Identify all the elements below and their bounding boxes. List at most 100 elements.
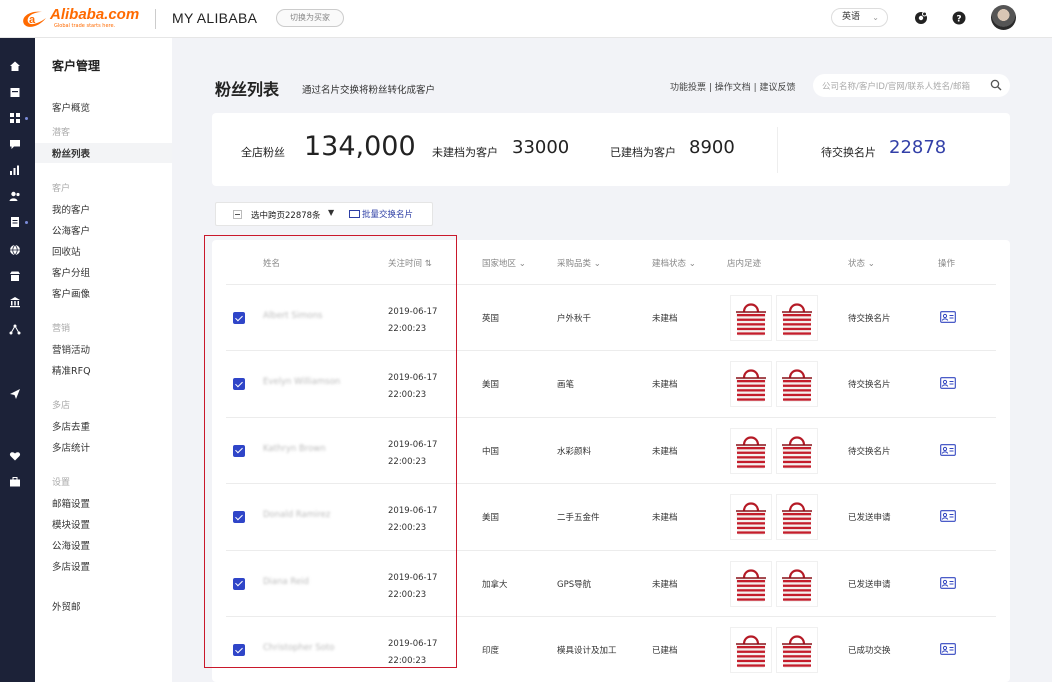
app-title: MY ALIBABA xyxy=(172,10,258,26)
nav-item-marketing-activities[interactable]: 营销活动 xyxy=(52,342,90,356)
store-icon[interactable] xyxy=(9,86,21,98)
nav-item-mailbox-settings[interactable]: 邮箱设置 xyxy=(52,496,90,510)
nav-item-public-customers[interactable]: 公海客户 xyxy=(52,223,90,237)
col-status-label: 状态 xyxy=(848,259,866,269)
tote-bag-icon xyxy=(736,569,766,602)
stats-divider xyxy=(777,127,778,173)
help-links[interactable]: 功能投票 | 操作文档 | 建议反馈 xyxy=(670,80,796,93)
send-icon[interactable] xyxy=(9,388,21,400)
tote-bag-icon xyxy=(736,436,766,469)
tote-bag-icon xyxy=(782,569,812,602)
product-thumbnail[interactable] xyxy=(776,627,818,673)
message-icon[interactable] xyxy=(9,138,21,150)
home-icon[interactable] xyxy=(9,60,21,72)
search-icon[interactable] xyxy=(990,79,1002,91)
active-indicator xyxy=(25,117,28,120)
nav-item-module-settings[interactable]: 模块设置 xyxy=(52,517,90,531)
tote-bag-icon xyxy=(736,369,766,403)
customers-icon[interactable] xyxy=(9,190,21,202)
product-thumbnail[interactable] xyxy=(730,427,772,474)
purchase-category: 画笔 xyxy=(557,380,575,391)
heart-icon[interactable] xyxy=(9,450,21,462)
logo-text: Alibaba.com xyxy=(50,6,140,23)
nav-group-marketing: 营销 xyxy=(52,324,71,334)
notice-dot xyxy=(25,221,28,224)
globe-icon[interactable] xyxy=(9,244,21,256)
nav-item-precise-rfq[interactable]: 精准RFQ xyxy=(52,363,91,377)
col-category-label: 采购品类 xyxy=(557,259,592,269)
network-icon[interactable] xyxy=(9,324,21,336)
nav-item-fans-list[interactable]: 粉丝列表 xyxy=(52,146,90,160)
notification-bell-icon[interactable] xyxy=(913,10,929,26)
subnav-title: 客户管理 xyxy=(52,59,101,73)
filing-status: 未建档 xyxy=(652,380,678,391)
product-thumbnail[interactable] xyxy=(730,560,772,607)
exchange-status: 待交换名片 xyxy=(848,446,891,457)
col-filing-header[interactable]: 建档状态 ⌄ xyxy=(652,257,696,269)
tote-bag-icon xyxy=(782,436,812,469)
col-category-header[interactable]: 采购品类 ⌄ xyxy=(557,257,601,269)
nav-item-public-settings[interactable]: 公海设置 xyxy=(52,538,90,552)
exchange-status: 待交换名片 xyxy=(848,314,891,324)
col-country-label: 国家地区 xyxy=(482,259,517,269)
tote-bag-icon xyxy=(736,502,766,536)
nav-item-multi-store-stats[interactable]: 多店统计 xyxy=(52,440,90,454)
col-country-header[interactable]: 国家地区 ⌄ xyxy=(482,257,526,269)
tote-bag-icon xyxy=(782,303,812,336)
bank-icon[interactable] xyxy=(9,296,21,308)
briefcase-icon[interactable] xyxy=(9,476,21,488)
stats-card: 全店粉丝 134,000 未建档为客户 33000 已建档为客户 8900 待交… xyxy=(212,113,1010,186)
nav-item-customer-groups[interactable]: 客户分组 xyxy=(52,265,90,279)
country: 印度 xyxy=(482,646,500,656)
nav-item-customer-profile[interactable]: 客户画像 xyxy=(52,286,90,300)
exchange-card-icon[interactable] xyxy=(940,311,956,323)
product-thumbnail[interactable] xyxy=(730,295,772,341)
orders-icon[interactable] xyxy=(9,216,21,228)
grid-apps-icon[interactable] xyxy=(9,112,21,124)
product-thumbnail[interactable] xyxy=(776,427,818,474)
product-thumbnail[interactable] xyxy=(730,627,772,673)
col-filing-label: 建档状态 xyxy=(652,259,687,269)
shop-icon[interactable] xyxy=(9,270,21,282)
filing-status: 未建档 xyxy=(652,513,678,524)
nav-item-multi-store-settings[interactable]: 多店设置 xyxy=(52,559,90,573)
caret-down-icon[interactable]: ▼ xyxy=(328,208,334,217)
product-thumbnail[interactable] xyxy=(730,494,772,541)
help-icon[interactable]: ? xyxy=(951,10,967,26)
language-select[interactable]: 英语 ⌄ xyxy=(831,8,888,27)
exchange-card-icon[interactable] xyxy=(940,510,956,523)
search-input[interactable]: 公司名称/客户ID/官网/联系人姓名/邮箱 xyxy=(822,80,982,92)
product-thumbnail[interactable] xyxy=(730,361,772,408)
col-status-header[interactable]: 状态 ⌄ xyxy=(848,257,875,269)
nav-item-trade-mail[interactable]: 外贸邮 xyxy=(52,599,81,613)
pending-exchange-value[interactable]: 22878 xyxy=(889,137,946,158)
batch-exchange-button[interactable]: 批量交换名片 xyxy=(349,208,413,220)
exchange-status: 已发送申请 xyxy=(848,579,891,590)
nav-item-recycle-bin[interactable]: 回收站 xyxy=(52,244,81,258)
country: 加拿大 xyxy=(482,579,508,590)
user-avatar[interactable] xyxy=(991,5,1016,30)
select-all-checkbox[interactable] xyxy=(233,210,242,219)
exchange-card-icon[interactable] xyxy=(940,643,956,655)
data-chart-icon[interactable] xyxy=(9,164,21,176)
nav-item-multi-store-dedupe[interactable]: 多店去重 xyxy=(52,419,90,433)
unfiled-label: 未建档为客户 xyxy=(432,146,498,159)
switch-to-buyer-button[interactable]: 切换为买家 xyxy=(276,9,344,27)
svg-text:a: a xyxy=(29,14,36,26)
exchange-card-icon[interactable] xyxy=(940,576,956,589)
tote-bag-icon xyxy=(782,635,812,668)
product-thumbnail[interactable] xyxy=(776,494,818,541)
selected-count: 选中跨页22878条 xyxy=(251,211,321,221)
svg-text:?: ? xyxy=(956,15,961,25)
search-box[interactable]: 公司名称/客户ID/官网/联系人姓名/邮箱 xyxy=(813,74,1010,97)
nav-group-prospects: 潜客 xyxy=(52,128,71,138)
nav-item-my-customers[interactable]: 我的客户 xyxy=(52,202,90,216)
product-thumbnail[interactable] xyxy=(776,295,818,341)
exchange-card-icon[interactable] xyxy=(940,377,956,390)
alibaba-logo[interactable]: a Alibaba.com Global trade starts here. xyxy=(20,6,139,32)
filter-chevron-icon: ⌄ xyxy=(593,259,601,269)
nav-item-customer-overview[interactable]: 客户概览 xyxy=(52,100,90,114)
exchange-card-icon[interactable] xyxy=(940,443,956,456)
product-thumbnail[interactable] xyxy=(776,560,818,607)
product-thumbnail[interactable] xyxy=(776,361,818,408)
